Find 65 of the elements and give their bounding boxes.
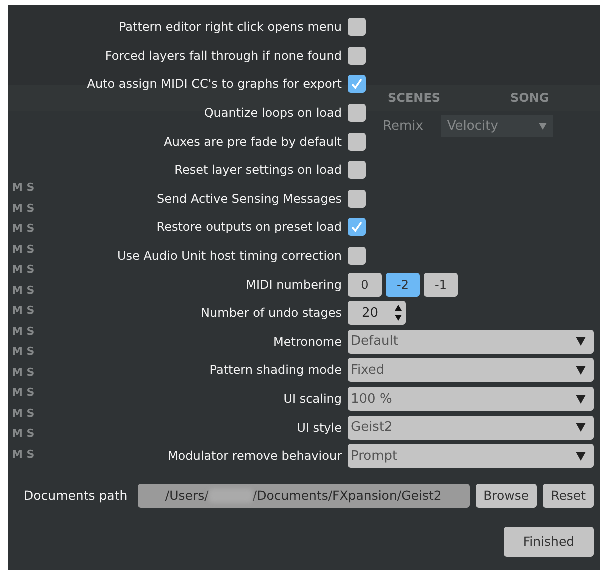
dropdown-arrow-icon — [576, 337, 586, 346]
checkmark-icon — [351, 221, 363, 234]
dropdown[interactable]: Default — [348, 330, 594, 354]
track-mute-solo-label: M S — [12, 386, 35, 401]
setting-label: Modulator remove behaviour — [168, 449, 342, 464]
checkbox[interactable] — [348, 190, 366, 208]
dropdown[interactable]: Geist2 — [348, 416, 594, 440]
dropdown-arrow-icon — [576, 394, 586, 404]
checkmark-icon — [351, 78, 363, 90]
dropdown[interactable]: Fixed — [348, 358, 594, 382]
setting-label: UI style — [297, 420, 342, 435]
finished-button[interactable]: Finished — [504, 526, 594, 556]
track-mute-solo-label: M S — [12, 406, 35, 422]
checkbox[interactable] — [348, 132, 366, 151]
path-field[interactable]: /Users/ /Documents/FXpansion/Geist2 — [138, 484, 470, 508]
track-mute-solo-label: M S — [12, 427, 35, 442]
setting-label: UI scaling — [284, 392, 342, 406]
option-button[interactable]: 0 — [348, 272, 382, 297]
checkbox[interactable] — [348, 218, 366, 236]
setting-label: Documents path — [24, 488, 128, 503]
track-mute-solo-label: M S — [12, 366, 35, 380]
dropdown-arrow-icon — [576, 423, 586, 432]
number-spinner[interactable]: 20 — [348, 301, 406, 326]
path-button[interactable]: Browse — [476, 484, 538, 508]
track-mute-solo-label: M S — [12, 324, 35, 340]
track-mute-solo-label: M S — [12, 242, 35, 258]
option-button[interactable]: -1 — [424, 272, 458, 297]
setting-label: MIDI numbering — [246, 278, 342, 292]
dropdown-arrow-icon — [539, 122, 548, 130]
checkbox[interactable] — [348, 104, 366, 122]
track-mute-solo-label: M S — [12, 202, 35, 216]
track-mute-solo-label: M S — [12, 181, 35, 196]
setting-label: Use Audio Unit host timing correction — [117, 249, 342, 264]
track-mute-solo-label: M S — [12, 304, 35, 319]
setting-label: Send Active Sensing Messages — [156, 192, 342, 206]
checkbox[interactable] — [348, 75, 366, 94]
track-mute-solo-label: M S — [12, 284, 35, 298]
track-mute-solo-label: M S — [12, 345, 35, 360]
checkbox[interactable] — [348, 46, 366, 65]
checkbox[interactable] — [348, 247, 366, 266]
setting-label: Pattern shading mode — [210, 363, 342, 378]
track-mute-solo-label: M S — [12, 222, 35, 237]
option-button[interactable]: -2 — [386, 272, 420, 297]
track-mute-solo-label: M S — [12, 263, 35, 278]
setting-label: Quantize loops on load — [204, 106, 342, 120]
stepper-arrows-icon[interactable] — [395, 305, 402, 322]
setting-label: Auto assign MIDI CC's to graphs for export — [87, 77, 342, 92]
setting-label: Metronome — [274, 334, 342, 349]
dropdown[interactable]: Prompt — [348, 444, 594, 468]
dropdown-arrow-icon — [576, 366, 586, 375]
tab-label: SONG — [510, 91, 550, 105]
checkbox[interactable] — [348, 161, 366, 180]
setting-label: Restore outputs on preset load — [156, 220, 342, 234]
setting-label: Auxes are pre fade by default — [164, 134, 342, 149]
setting-label: Reset layer settings on load — [174, 163, 342, 178]
remix-label: Remix — [383, 118, 424, 134]
path-button[interactable]: Reset — [543, 484, 594, 508]
track-mute-solo-label: M S — [12, 448, 35, 462]
tab-label: SCENES — [388, 91, 441, 105]
setting-label: Pattern editor right click opens menu — [118, 20, 342, 34]
dropdown-arrow-icon — [576, 452, 586, 461]
setting-label: Number of undo stages — [201, 306, 342, 320]
checkbox[interactable] — [348, 18, 366, 36]
dropdown[interactable]: 100 % — [348, 387, 594, 412]
setting-label: Forced layers fall through if none found — [105, 48, 342, 63]
